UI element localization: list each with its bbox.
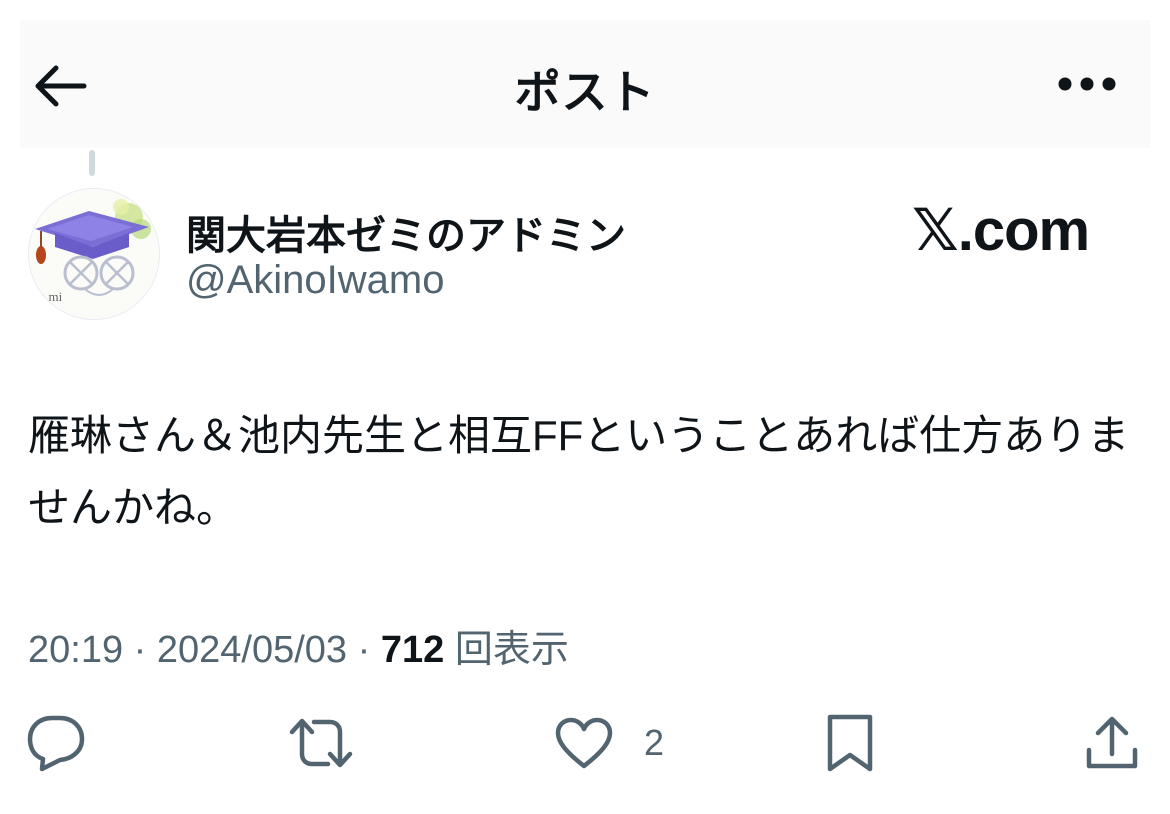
repost-icon <box>288 716 354 770</box>
page-title: ポスト <box>514 66 656 118</box>
bookmark-icon <box>824 713 876 773</box>
views-count: 712 <box>380 629 445 671</box>
meta-separator: · <box>347 629 381 671</box>
author-handle[interactable]: @AkinoIwamo <box>186 258 444 303</box>
avatar-label: va mi <box>33 289 63 304</box>
thread-connector <box>89 150 95 176</box>
tweet-meta: 20:19 · 2024/05/03 · 712 回表示 <box>28 618 569 673</box>
more-button[interactable] <box>1052 64 1122 104</box>
tweet-time[interactable]: 20:19 <box>28 629 123 671</box>
avatar[interactable]: va mi <box>28 188 160 320</box>
views-label: 回表示 <box>454 629 569 671</box>
reply-bubble-icon <box>26 714 86 772</box>
reply-button[interactable] <box>26 712 86 774</box>
like-button[interactable]: 2 <box>554 712 664 774</box>
share-icon <box>1084 714 1140 772</box>
share-button[interactable] <box>1084 712 1140 774</box>
source-label: 𝕏.com <box>912 198 1090 263</box>
tweet-date[interactable]: 2024/05/03 <box>157 629 347 671</box>
more-dots-icon <box>1057 76 1117 92</box>
heart-icon <box>554 716 614 770</box>
author-display-name[interactable]: 関大岩本ゼミのアドミン <box>186 203 626 261</box>
tweet-text: 雁琳さん＆池内先生と相互FFということあれば仕方ありませんかね。 <box>28 412 1130 531</box>
like-count: 2 <box>644 722 665 763</box>
bookmark-button[interactable] <box>824 712 876 774</box>
repost-button[interactable] <box>288 712 354 774</box>
meta-separator: · <box>123 629 157 671</box>
